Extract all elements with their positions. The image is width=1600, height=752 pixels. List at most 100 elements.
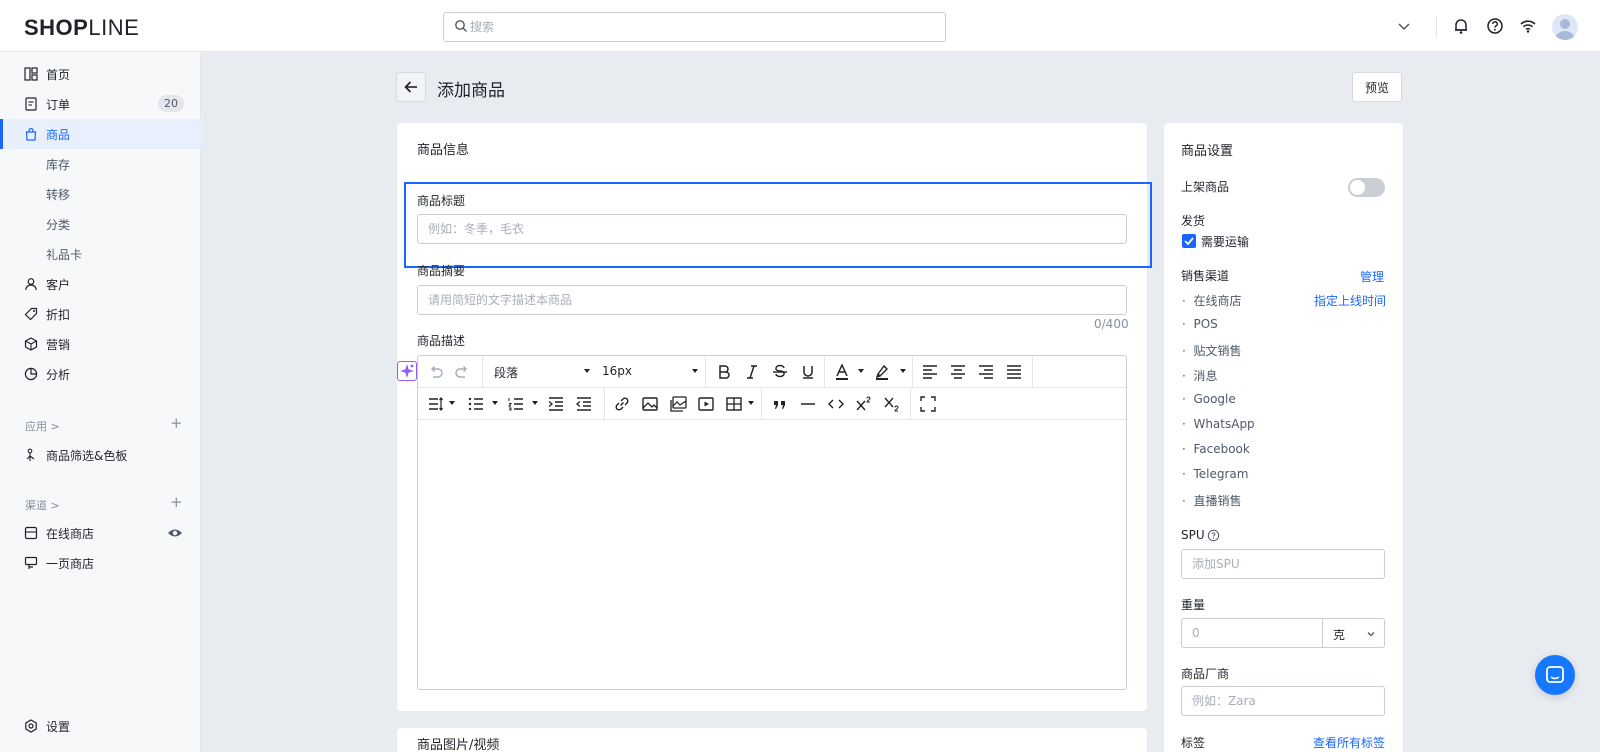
- requires-shipping-checkbox[interactable]: [1182, 234, 1196, 248]
- weight-unit-select[interactable]: 克: [1323, 618, 1385, 648]
- italic-button[interactable]: [742, 362, 762, 382]
- top-bar: SHOPLINE: [0, 0, 1600, 52]
- sales-channels-label: 销售渠道: [1181, 269, 1230, 283]
- image-button[interactable]: [640, 394, 660, 414]
- avatar[interactable]: [1552, 14, 1578, 40]
- sidebar-item-orders[interactable]: 订单 20: [0, 89, 201, 119]
- sidebar-item-label: 一页商店: [46, 557, 95, 571]
- sidebar-item-label: 营销: [46, 338, 71, 352]
- align-justify-button[interactable]: [1004, 362, 1024, 382]
- product-summary-label: 商品摘要: [417, 264, 466, 278]
- publish-toggle[interactable]: [1348, 178, 1385, 197]
- sidebar-item-discounts[interactable]: 折扣: [0, 299, 201, 329]
- chevron-down-icon: [1367, 632, 1375, 637]
- requires-shipping-label[interactable]: 需要运输: [1201, 233, 1249, 250]
- strikethrough-button[interactable]: [770, 362, 790, 382]
- superscript-button[interactable]: [854, 394, 874, 414]
- help-circle-icon[interactable]: [1207, 529, 1220, 542]
- shopline-logo[interactable]: SHOPLINE: [24, 15, 139, 41]
- highlight-color-button[interactable]: [872, 362, 892, 382]
- wifi-icon[interactable]: [1518, 16, 1538, 36]
- outdent-button[interactable]: [574, 394, 594, 414]
- blockquote-button[interactable]: [770, 394, 790, 414]
- numbered-list-button[interactable]: [506, 394, 526, 414]
- undo-button[interactable]: [426, 362, 446, 382]
- horizontal-rule-button[interactable]: [798, 394, 818, 414]
- channels-section-label[interactable]: 渠道 >: [25, 497, 60, 513]
- table-button[interactable]: [724, 394, 744, 414]
- sidebar-item-customers[interactable]: 客户: [0, 269, 201, 299]
- align-right-icon: [979, 365, 993, 379]
- align-right-button[interactable]: [976, 362, 996, 382]
- shipping-label: 发货: [1181, 214, 1206, 228]
- bullet-list-button[interactable]: [466, 394, 486, 414]
- focus-highlight-box: [404, 182, 1152, 268]
- preview-button[interactable]: 预览: [1352, 72, 1402, 102]
- chat-widget-button[interactable]: [1535, 655, 1575, 695]
- subscript-button[interactable]: [882, 394, 902, 414]
- sidebar-item-settings[interactable]: 设置: [0, 711, 201, 741]
- sidebar-item-inventory[interactable]: 库存: [0, 149, 201, 179]
- highlight-color-caret: [900, 369, 906, 373]
- schedule-publish-link[interactable]: 指定上线时间: [1314, 292, 1386, 309]
- sidebar-item-products[interactable]: 商品: [0, 119, 201, 149]
- undo-icon: [430, 365, 443, 378]
- strikethrough-icon: [773, 364, 787, 378]
- manage-channels-link[interactable]: 管理: [1360, 268, 1384, 285]
- search-input[interactable]: [470, 17, 930, 37]
- sidebar-item-label: 折扣: [46, 308, 71, 322]
- apps-section-label[interactable]: 应用 >: [25, 418, 60, 434]
- ai-assist-button[interactable]: [397, 361, 417, 381]
- video-button[interactable]: [696, 394, 716, 414]
- paragraph-style-select[interactable]: 段落: [494, 364, 518, 381]
- toolbar-separator: [910, 388, 911, 420]
- font-color-button[interactable]: [832, 362, 852, 382]
- eye-icon[interactable]: [167, 527, 183, 539]
- sidebar-item-marketing[interactable]: 营销: [0, 329, 201, 359]
- add-app-button[interactable]: +: [170, 414, 183, 432]
- bold-button[interactable]: [714, 362, 734, 382]
- sidebar-item-transfers[interactable]: 转移: [0, 179, 201, 209]
- sidebar-item-gift-cards[interactable]: 礼品卡: [0, 239, 201, 269]
- weight-input[interactable]: [1181, 618, 1323, 648]
- back-button[interactable]: [396, 72, 426, 102]
- add-channel-button[interactable]: +: [170, 493, 183, 511]
- vendor-input[interactable]: [1181, 686, 1385, 716]
- align-left-button[interactable]: [920, 362, 940, 382]
- sidebar-item-analytics[interactable]: 分析: [0, 359, 201, 389]
- gear-icon: [25, 719, 37, 733]
- underline-icon: [803, 366, 813, 379]
- font-size-select[interactable]: 16px: [602, 364, 632, 378]
- sidebar-item-online-store[interactable]: 在线商店: [0, 518, 201, 548]
- editor-content-area[interactable]: [418, 421, 1126, 689]
- sidebar-item-label: 分析: [46, 368, 71, 382]
- underline-button[interactable]: [798, 362, 818, 382]
- quote-icon: [774, 401, 785, 409]
- fullscreen-button[interactable]: [918, 394, 938, 414]
- search-box[interactable]: [443, 12, 946, 42]
- link-button[interactable]: [612, 394, 632, 414]
- code-button[interactable]: [826, 394, 846, 414]
- indent-button[interactable]: [546, 394, 566, 414]
- store-icon: [24, 526, 38, 540]
- spu-input[interactable]: [1181, 549, 1385, 579]
- redo-button[interactable]: [452, 362, 472, 382]
- view-all-tags-link[interactable]: 查看所有标签: [1313, 734, 1385, 751]
- bell-icon[interactable]: [1451, 16, 1471, 36]
- sidebar-item-home[interactable]: 首页: [0, 59, 201, 89]
- product-summary-input[interactable]: [417, 285, 1127, 315]
- toolbar-separator: [705, 356, 706, 388]
- sidebar-item-categories[interactable]: 分类: [0, 209, 201, 239]
- gallery-button[interactable]: [668, 394, 688, 414]
- pie-chart-icon: [24, 367, 38, 381]
- chevron-down-icon[interactable]: [1394, 16, 1414, 36]
- sidebar-item-one-page-store[interactable]: 一页商店: [0, 548, 201, 578]
- help-icon[interactable]: [1485, 16, 1505, 36]
- align-center-button[interactable]: [948, 362, 968, 382]
- italic-icon: [747, 365, 757, 379]
- media-card-title: 商品图片/视频: [417, 738, 500, 752]
- sidebar-item-product-filter[interactable]: 商品筛选&色板: [0, 440, 201, 470]
- highlighter-icon: [875, 364, 888, 380]
- line-height-button[interactable]: [426, 394, 446, 414]
- channel-item: · 直播销售: [1182, 494, 1242, 508]
